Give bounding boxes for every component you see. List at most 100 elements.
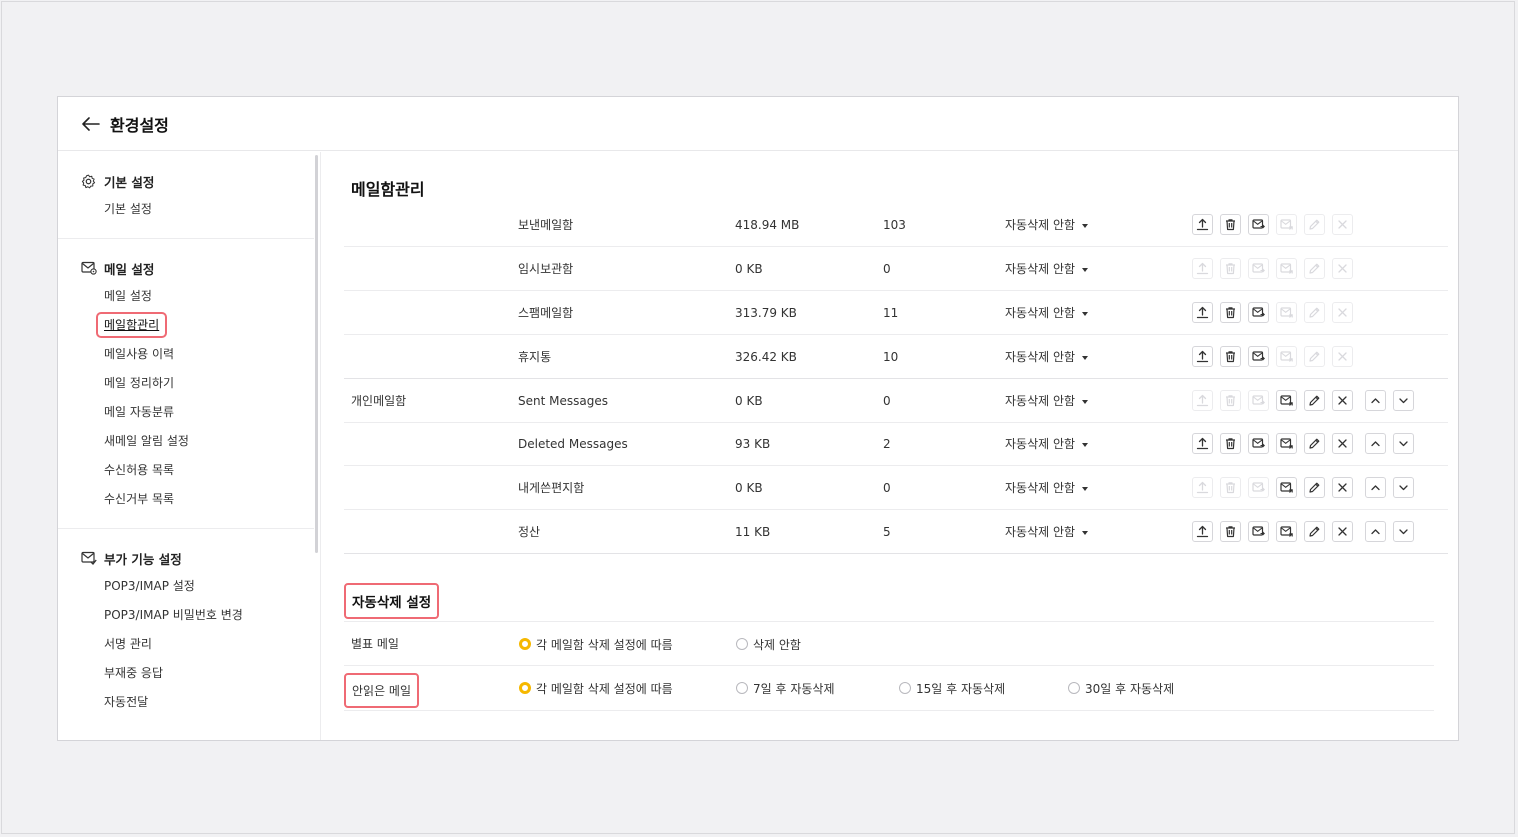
sidebar-item-away-reply[interactable]: 부재중 응답 [58,659,314,688]
edit-button[interactable] [1304,258,1325,279]
edit-button[interactable] [1304,521,1325,542]
upload-button[interactable] [1192,346,1213,367]
move-up-button[interactable] [1365,390,1386,411]
upload-button[interactable] [1192,214,1213,235]
close-button[interactable] [1332,346,1353,367]
mail-clear-button[interactable] [1248,390,1269,411]
auto-delete-dropdown[interactable]: 자동삭제 안함 [1005,292,1089,335]
close-button[interactable] [1332,390,1353,411]
back-arrow-icon[interactable] [80,113,102,135]
sidebar-item-signature[interactable]: 서명 관리 [58,630,314,659]
sidebar-item-auto-forward[interactable]: 자동전달 [58,688,314,717]
move-down-button[interactable] [1393,477,1414,498]
radio-starred-no-delete[interactable]: 삭제 안함 [736,622,801,666]
edit-button[interactable] [1304,214,1325,235]
trash-button[interactable] [1220,258,1241,279]
sidebar-item-mail-settings[interactable]: 메일 설정 [58,282,314,311]
auto-delete-dropdown[interactable]: 자동삭제 안함 [1005,511,1089,554]
unread-mail-label: 안읽은 메일 [344,673,420,708]
trash-button[interactable] [1220,390,1241,411]
mail-move-button[interactable] [1276,258,1297,279]
radio-unread-7days[interactable]: 7일 후 자동삭제 [736,666,835,710]
close-icon [1338,352,1347,361]
mailbox-name: Sent Messages [518,394,608,408]
mail-clear-button[interactable] [1248,433,1269,454]
move-down-button[interactable] [1393,433,1414,454]
close-button[interactable] [1332,214,1353,235]
upload-icon [1196,394,1209,407]
move-up-button[interactable] [1365,521,1386,542]
sidebar-item-pop3-password[interactable]: POP3/IMAP 비밀번호 변경 [58,601,314,630]
sidebar-item-mailbox-manage[interactable]: 메일함관리 [58,311,314,340]
radio-unread-30days[interactable]: 30일 후 자동삭제 [1068,666,1174,710]
edit-button[interactable] [1304,390,1325,411]
close-button[interactable] [1332,521,1353,542]
trash-button[interactable] [1220,302,1241,323]
trash-button[interactable] [1220,477,1241,498]
trash-button[interactable] [1220,433,1241,454]
mail-move-button[interactable] [1276,346,1297,367]
sidebar-item-basic-settings[interactable]: 기본 설정 [58,195,314,224]
upload-button[interactable] [1192,302,1213,323]
mail-clear-button[interactable] [1248,302,1269,323]
upload-button[interactable] [1192,258,1213,279]
auto-delete-dropdown[interactable]: 자동삭제 안함 [1005,380,1089,423]
mail-move-button[interactable] [1276,433,1297,454]
mail-clear-button[interactable] [1248,258,1269,279]
radio-unread-follow[interactable]: 각 메일함 삭제 설정에 따름 [519,666,673,710]
upload-button[interactable] [1192,390,1213,411]
edit-button[interactable] [1304,477,1325,498]
sidebar-item-allow-list[interactable]: 수신허용 목록 [58,456,314,485]
sidebar-item-mail-autosort[interactable]: 메일 자동분류 [58,398,314,427]
mail-move-button[interactable] [1276,390,1297,411]
mailbox-size: 326.42 KB [735,350,797,364]
mail-clear-button[interactable] [1248,521,1269,542]
edit-button[interactable] [1304,302,1325,323]
sidebar-scrollbar-thumb[interactable] [315,155,318,553]
move-down-button[interactable] [1393,521,1414,542]
sidebar-item-mail-cleanup[interactable]: 메일 정리하기 [58,369,314,398]
trash-button[interactable] [1220,214,1241,235]
auto-delete-dropdown[interactable]: 자동삭제 안함 [1005,204,1089,247]
trash-button[interactable] [1220,521,1241,542]
upload-button[interactable] [1192,477,1213,498]
mailbox-size: 313.79 KB [735,306,797,320]
mail-move-button[interactable] [1276,477,1297,498]
close-button[interactable] [1332,258,1353,279]
mail-move-button[interactable] [1276,214,1297,235]
mail-clear-button[interactable] [1248,346,1269,367]
auto-delete-dropdown[interactable]: 자동삭제 안함 [1005,336,1089,379]
radio-unread-15days[interactable]: 15일 후 자동삭제 [899,666,1005,710]
edit-button[interactable] [1304,433,1325,454]
auto-delete-dropdown[interactable]: 자동삭제 안함 [1005,423,1089,466]
auto-delete-dropdown[interactable]: 자동삭제 안함 [1005,467,1089,510]
sidebar-divider [320,152,321,740]
auto-delete-dropdown[interactable]: 자동삭제 안함 [1005,248,1089,291]
sidebar-item-mail-history[interactable]: 메일사용 이력 [58,340,314,369]
mail-move-button[interactable] [1276,521,1297,542]
radio-starred-follow[interactable]: 각 메일함 삭제 설정에 따름 [519,622,673,666]
edit-button[interactable] [1304,346,1325,367]
move-down-button[interactable] [1393,390,1414,411]
mail-clear-button[interactable] [1248,477,1269,498]
upload-button[interactable] [1192,433,1213,454]
section-title-mailbox-manage: 메일함관리 [351,180,425,199]
table-row: 임시보관함 0 KB 0 자동삭제 안함 [344,248,1448,291]
trash-button[interactable] [1220,346,1241,367]
close-button[interactable] [1332,477,1353,498]
upload-icon [1196,525,1209,538]
upload-button[interactable] [1192,521,1213,542]
mail-move-icon [1280,526,1293,537]
close-button[interactable] [1332,433,1353,454]
move-up-button[interactable] [1365,433,1386,454]
sidebar-item-block-list[interactable]: 수신거부 목록 [58,485,314,514]
mail-clear-button[interactable] [1248,214,1269,235]
gear-icon [81,173,97,189]
mail-move-button[interactable] [1276,302,1297,323]
move-up-button[interactable] [1365,477,1386,498]
mail-move-icon [1280,219,1293,230]
sidebar-item-new-mail-alert[interactable]: 새메일 알림 설정 [58,427,314,456]
sidebar-item-pop3-imap[interactable]: POP3/IMAP 설정 [58,572,314,601]
chevron-down-icon [1399,529,1408,535]
close-button[interactable] [1332,302,1353,323]
